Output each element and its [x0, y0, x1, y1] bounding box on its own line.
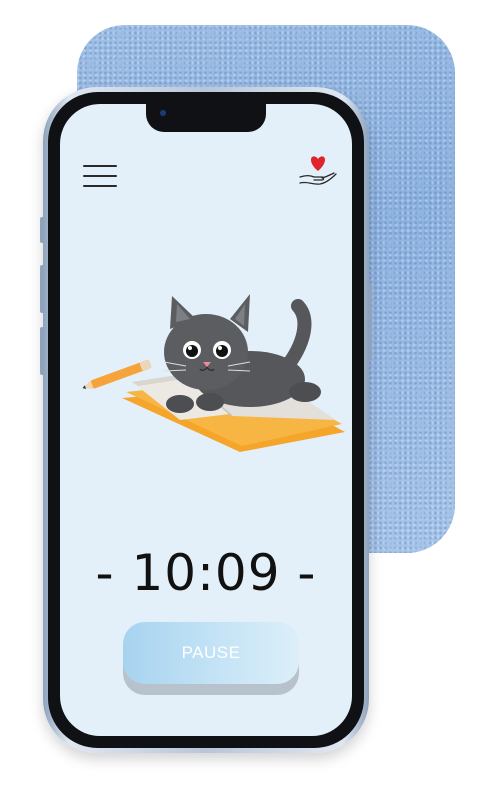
- phone-frame: - 10:09 - PAUSE: [40, 87, 372, 753]
- cat-on-book-illustration: [80, 274, 352, 474]
- phone-power-button: [368, 283, 372, 359]
- heart-in-hand-icon[interactable]: [298, 151, 338, 189]
- phone-notch: [146, 104, 266, 132]
- camera-icon: [160, 110, 166, 116]
- phone-mute-switch: [40, 217, 44, 243]
- phone-bezel: - 10:09 - PAUSE: [48, 92, 364, 748]
- hamburger-menu-icon[interactable]: [83, 165, 117, 187]
- phone-volume-up: [40, 265, 44, 313]
- timer-display: - 10:09 -: [95, 544, 317, 602]
- phone-volume-down: [40, 327, 44, 375]
- pause-button[interactable]: PAUSE: [123, 622, 299, 684]
- app-screen: - 10:09 - PAUSE: [60, 104, 352, 736]
